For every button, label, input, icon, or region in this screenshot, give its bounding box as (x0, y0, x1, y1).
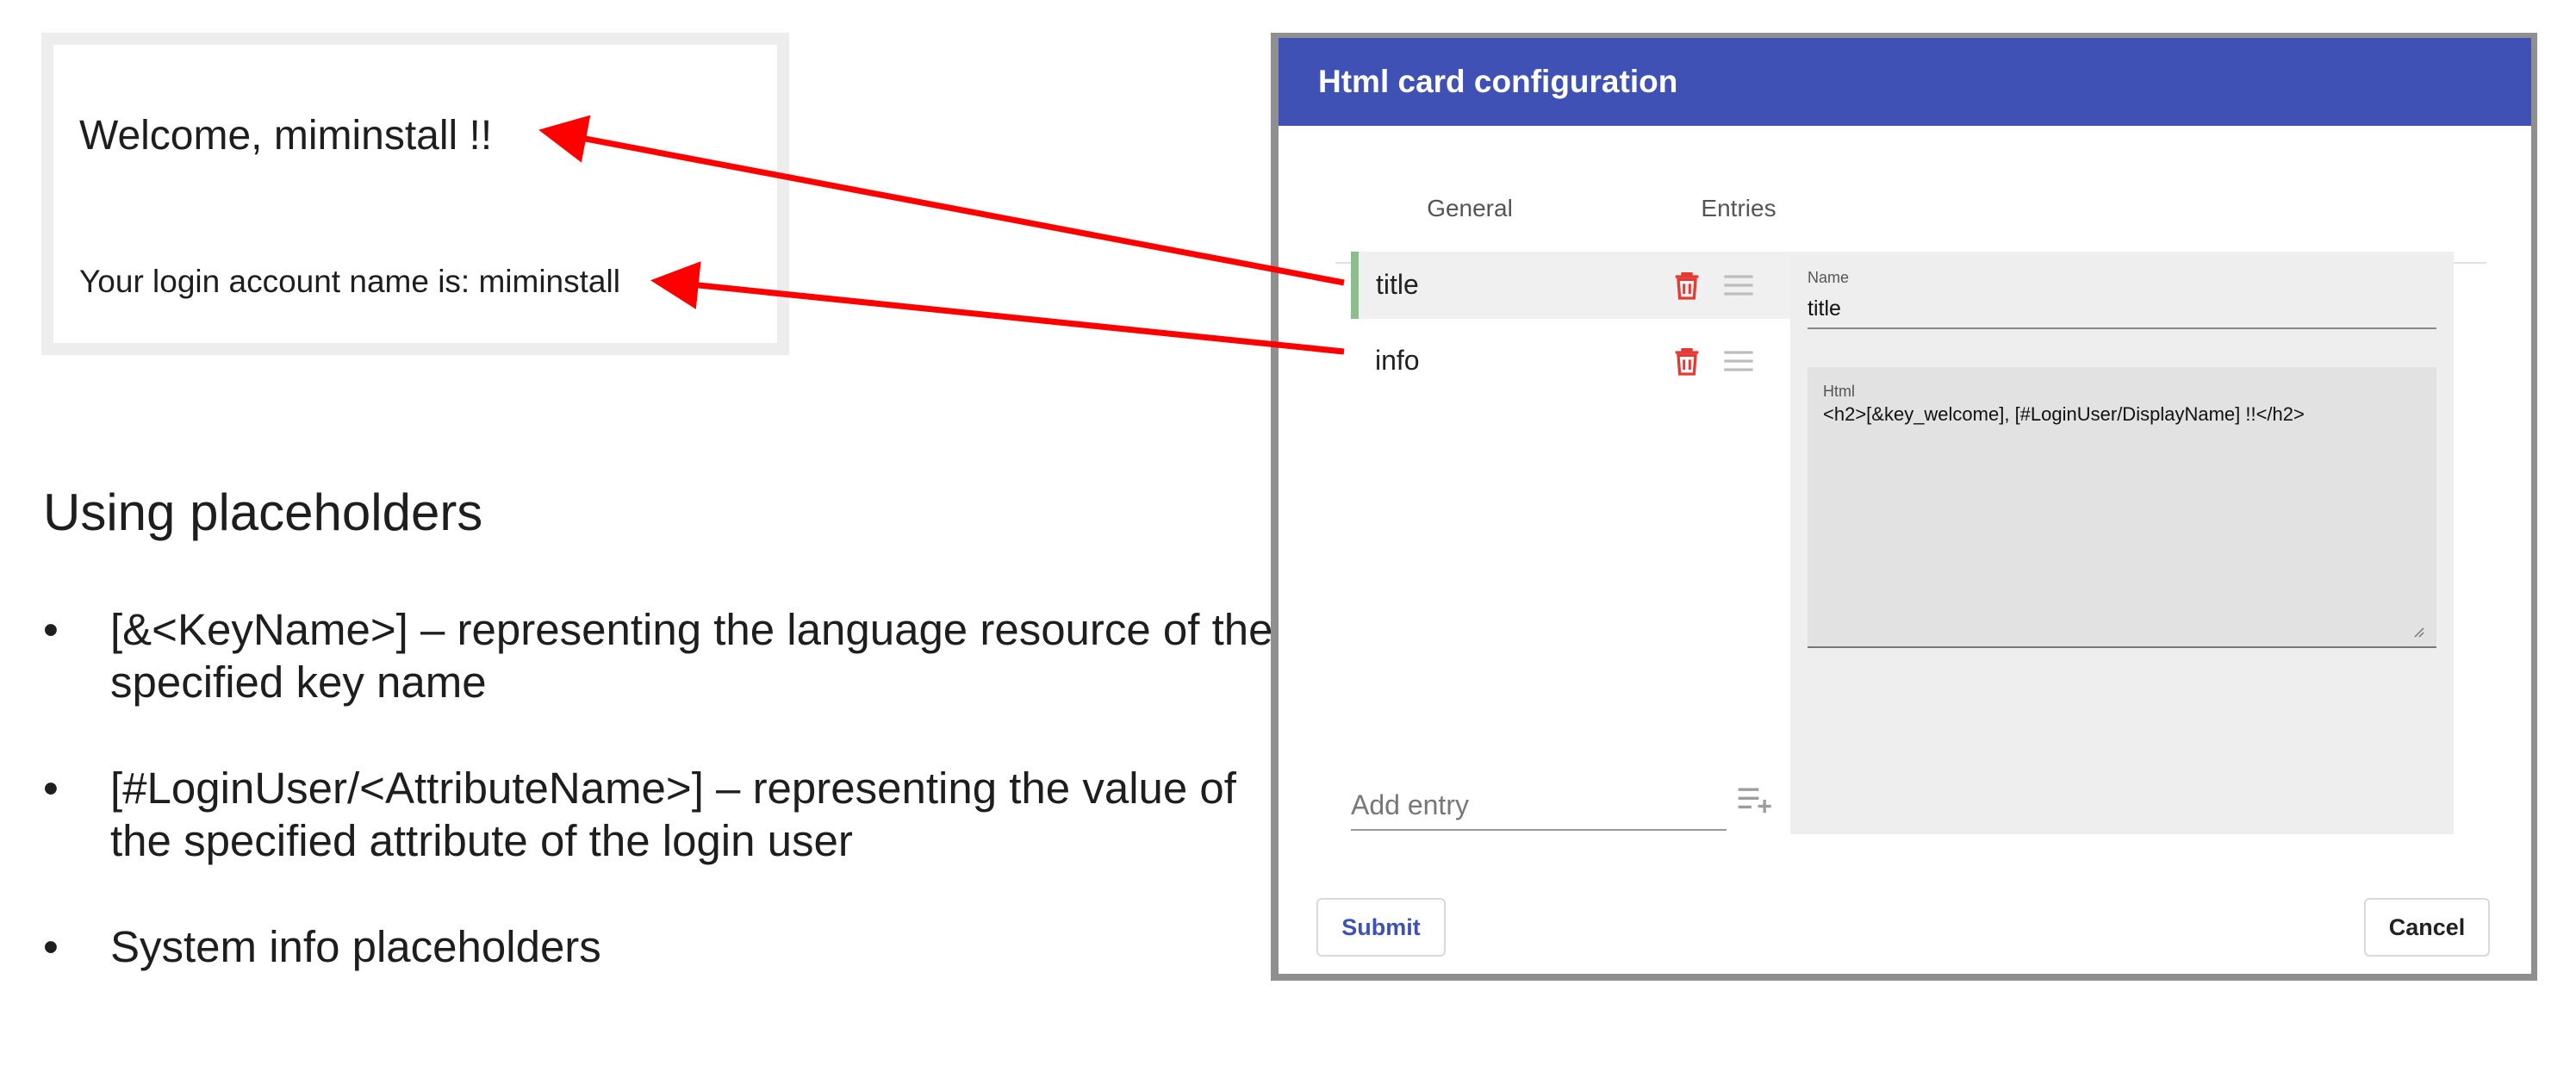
entry-label: title (1376, 269, 1419, 300)
html-field-label: Html (1823, 383, 1855, 400)
trash-icon[interactable] (1670, 342, 1704, 380)
tab-entries[interactable]: Entries (1604, 159, 1873, 262)
add-entry-input[interactable] (1351, 781, 1727, 831)
bullet-text: [&<KeyName>] – representing the language… (110, 605, 1273, 707)
entry-item-info[interactable]: info (1351, 327, 1790, 395)
entry-label: info (1375, 345, 1420, 376)
drag-handle-icon[interactable] (1721, 346, 1756, 376)
entries-list: title info (1351, 252, 1790, 834)
html-field-container: Html <h2>[&key_welcome], [#LoginUser/Dis… (1808, 367, 2436, 648)
resize-grip-icon[interactable] (2412, 626, 2424, 638)
bullet-point: • (43, 605, 59, 654)
dialog-header: Html card configuration (1279, 38, 2531, 126)
bullet-text: System info placeholders (110, 922, 601, 971)
html-textarea[interactable]: <h2>[&key_welcome], [#LoginUser/DisplayN… (1823, 403, 2417, 627)
bullet-point: • (43, 922, 59, 971)
drag-handle-icon[interactable] (1721, 271, 1756, 300)
tab-general[interactable]: General (1335, 159, 1604, 262)
slide-heading: Using placeholders (43, 483, 483, 541)
welcome-heading: Welcome, miminstall !! (79, 113, 493, 159)
submit-button[interactable]: Submit (1316, 898, 1446, 957)
login-info-text: Your login account name is: miminstall (79, 264, 620, 299)
name-field[interactable] (1808, 290, 2436, 329)
bullet-text: [#LoginUser/<AttributeName>] – represent… (110, 764, 1236, 865)
entry-item-title[interactable]: title (1351, 252, 1790, 319)
bullet-item: • [#LoginUser/<AttributeName>] – represen… (43, 762, 1299, 867)
tab-bar: General Entries (1335, 159, 2486, 264)
html-card-preview: Welcome, miminstall !! Your login accoun… (41, 33, 789, 355)
name-field-label: Name (1808, 269, 1850, 286)
trash-icon[interactable] (1670, 266, 1704, 304)
cancel-button[interactable]: Cancel (2364, 898, 2490, 957)
dialog-title: Html card configuration (1318, 64, 1678, 99)
playlist-add-icon[interactable] (1737, 784, 1775, 815)
bullet-list: • [&<KeyName>] – representing the languag… (43, 603, 1299, 973)
html-card-config-dialog: Html card configuration General Entries … (1279, 38, 2531, 974)
bullet-item: • [&<KeyName>] – representing the languag… (43, 603, 1299, 708)
bullet-item: • System info placeholders (43, 920, 1299, 973)
bullet-point: • (43, 764, 59, 813)
entry-details-panel: Name Html <h2>[&key_welcome], [#LoginUse… (1790, 252, 2454, 834)
